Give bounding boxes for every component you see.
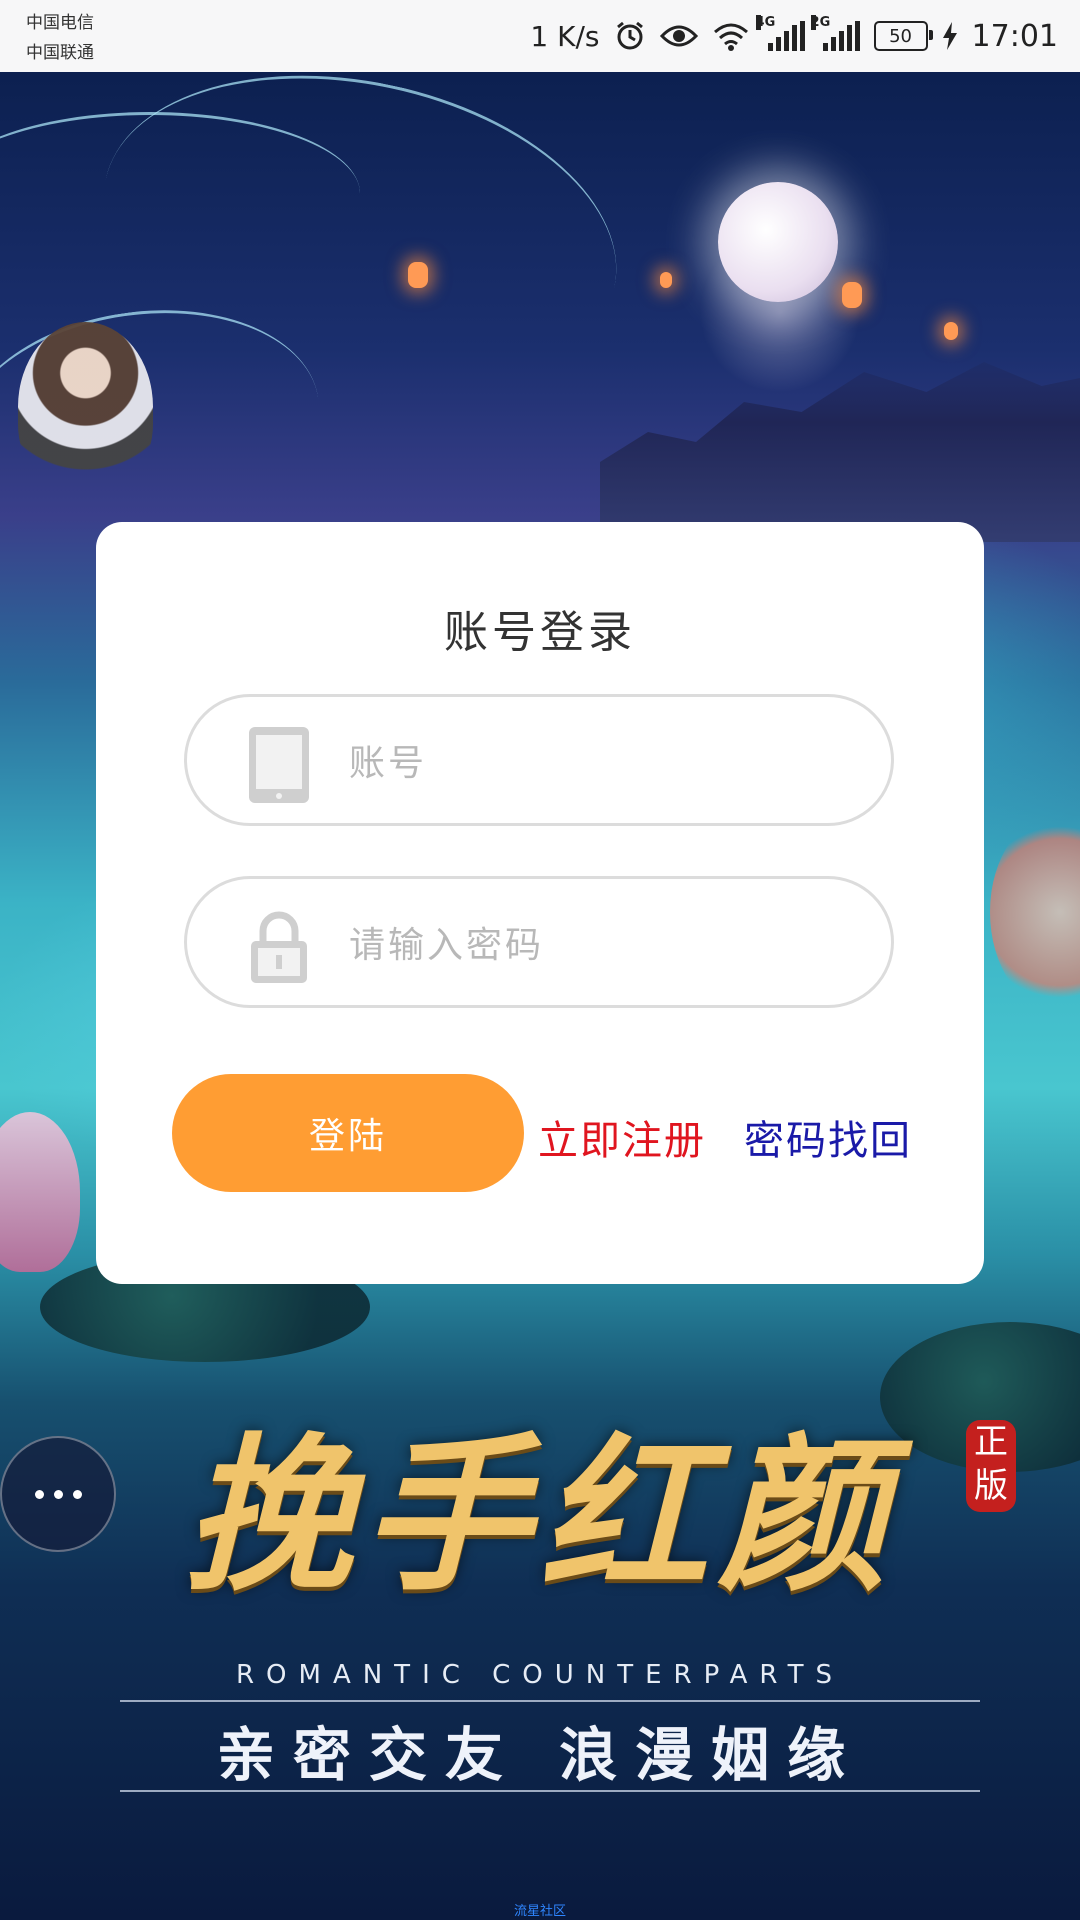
- net-speed: 1 K/s: [530, 19, 600, 53]
- lantern: [842, 282, 862, 308]
- carrier-2: 中国联通: [26, 43, 94, 63]
- game-subtitle-en: ROMANTIC COUNTERPARTS: [235, 1660, 844, 1690]
- footer-text: 流星社区: [513, 1904, 566, 1919]
- status-indicators: 1 K/s 4G 2G 50 17:01: [530, 0, 1058, 72]
- carrier-info: 中国电信 中国联通: [26, 8, 94, 68]
- lock-icon: [251, 911, 307, 983]
- account-field[interactable]: [184, 694, 894, 826]
- lantern: [944, 322, 958, 340]
- sim2-network-type: 2G: [810, 15, 831, 30]
- forgot-password-link[interactable]: 密码找回: [744, 1108, 912, 1166]
- game-slogan: 亲密交友 浪漫姻缘: [216, 1721, 864, 1789]
- alarm-icon: [616, 21, 643, 50]
- authentic-seal: 正版: [966, 1420, 1016, 1512]
- login-button[interactable]: 登陆: [172, 1074, 524, 1192]
- account-input[interactable]: [347, 727, 851, 799]
- login-card: 账号登录 登陆 立即注册 密码找回: [96, 522, 984, 1284]
- battery-level: 50: [889, 25, 912, 47]
- game-title: 挽手红颜: [184, 1416, 896, 1614]
- clock: 17:01: [971, 18, 1058, 54]
- lotus-flower: [0, 1112, 80, 1272]
- register-link[interactable]: 立即注册: [538, 1108, 706, 1166]
- divider-bottom: [120, 1790, 980, 1792]
- wifi-icon: [713, 23, 748, 51]
- sim2-signal-icon: 2G: [810, 15, 860, 51]
- chibi-characters: [18, 322, 153, 492]
- sim1-signal-icon: 4G: [755, 15, 805, 51]
- eye-icon: [659, 25, 698, 47]
- password-input[interactable]: [347, 909, 851, 981]
- battery-icon: 50: [873, 21, 933, 51]
- sim1-network-type: 4G: [755, 15, 776, 30]
- moon: [718, 182, 838, 302]
- divider-top: [120, 1700, 980, 1702]
- palace-silhouette: [600, 362, 1080, 542]
- charging-icon: [942, 22, 957, 50]
- lotus-flower: [990, 812, 1080, 1012]
- carrier-1: 中国电信: [26, 13, 94, 33]
- status-bar: 中国电信 中国联通 1 K/s 4G 2G 50 17:01: [0, 0, 1080, 72]
- lantern: [660, 272, 672, 288]
- phone-icon: [249, 727, 309, 803]
- password-field[interactable]: [184, 876, 894, 1008]
- login-title: 账号登录: [444, 607, 636, 658]
